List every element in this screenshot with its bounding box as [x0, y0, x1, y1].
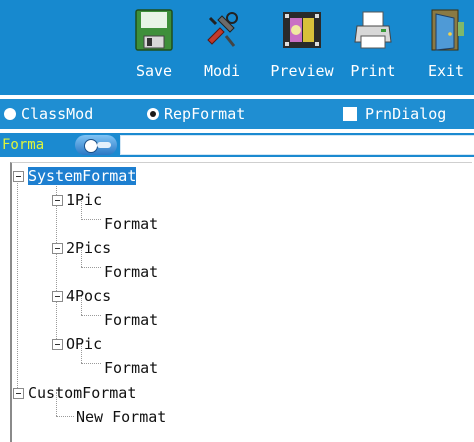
rep-format-label: RepFormat [164, 105, 246, 123]
prn-dialog-checkbox[interactable]: PrnDialog [343, 105, 468, 123]
save-icon [135, 9, 173, 51]
tree-node-label: Format [104, 263, 159, 281]
tree-node-label: CustomFormat [28, 384, 137, 402]
tree-node-2pics-format[interactable]: Format [104, 261, 158, 283]
tree-connector [81, 267, 101, 268]
toolbar: Save Modi Preview Print Exit [0, 0, 474, 95]
tree-node-1pic[interactable]: 1Pic [66, 189, 102, 211]
lookup-icon [84, 139, 98, 153]
tree-connector [81, 219, 101, 220]
tree-node-label: OPic [66, 335, 103, 353]
save-button[interactable]: Save [132, 6, 176, 90]
preview-icon [283, 12, 321, 48]
modi-button[interactable]: Modi [202, 6, 242, 90]
lookup-pill-icon [97, 142, 111, 148]
tree-node-label: SystemFormat [28, 167, 137, 185]
save-button-label: Save [135, 62, 173, 80]
modify-icon [207, 12, 238, 47]
checkbox-box [343, 107, 357, 121]
tree-node-label: 2Pics [66, 239, 112, 257]
tree-connector [56, 416, 74, 417]
format-row: Forma [0, 133, 474, 157]
collapse-toggle-icon[interactable] [52, 195, 63, 206]
tree-connector [56, 181, 57, 349]
tree-node-system-format[interactable]: SystemFormat [28, 165, 137, 187]
options-bar: ClassMod RepFormat PrnDialog [0, 99, 474, 129]
exit-button[interactable]: Exit [422, 6, 470, 90]
rep-format-radio[interactable]: RepFormat [147, 105, 277, 123]
print-button[interactable]: Print [345, 6, 401, 90]
tree-node-1pic-format[interactable]: Format [104, 213, 158, 235]
tree-node-4pocs-format[interactable]: Format [104, 309, 158, 331]
exit-button-label: Exit [427, 62, 465, 80]
collapse-toggle-icon[interactable] [13, 171, 24, 182]
tree-node-label: New Format [76, 408, 167, 426]
tree-node-opic-format[interactable]: Format [104, 357, 158, 379]
class-mode-radio[interactable]: ClassMod [4, 105, 124, 123]
format-manager-window: Save Modi Preview Print Exit ClassMod Re… [0, 0, 474, 442]
tree-node-2pics[interactable]: 2Pics [66, 237, 111, 259]
class-mode-label: ClassMod [21, 105, 94, 123]
format-tree[interactable]: SystemFormat 1Pic Format 2Pics Format 4P… [10, 162, 472, 442]
collapse-toggle-icon[interactable] [13, 388, 24, 399]
printer-icon [354, 11, 392, 49]
preview-button-label: Preview [270, 62, 334, 80]
collapse-toggle-icon[interactable] [52, 291, 63, 302]
tree-connector [81, 315, 101, 316]
prn-dialog-label: PrnDialog [365, 105, 447, 123]
format-label: Forma [2, 137, 45, 153]
format-lookup-button[interactable] [75, 135, 117, 155]
tree-node-new-format[interactable]: New Format [76, 406, 166, 428]
radio-selected-indicator [147, 108, 159, 120]
modi-button-label: Modi [203, 62, 241, 80]
radio-unselected-indicator [4, 108, 16, 120]
tree-node-4pocs[interactable]: 4Pocs [66, 285, 111, 307]
tree-node-opic[interactable]: OPic [66, 333, 102, 355]
format-input[interactable] [120, 135, 474, 155]
tree-node-label: Format [104, 311, 159, 329]
tree-node-custom-format[interactable]: CustomFormat [28, 382, 136, 404]
collapse-toggle-icon[interactable] [52, 243, 63, 254]
tree-connector [81, 363, 101, 364]
tree-node-label: Format [104, 359, 159, 377]
tree-connector [17, 180, 18, 390]
tree-node-label: 4Pocs [66, 287, 112, 305]
collapse-toggle-icon[interactable] [52, 339, 63, 350]
exit-door-icon [431, 9, 464, 51]
tree-node-label: Format [104, 215, 159, 233]
preview-button[interactable]: Preview [264, 6, 340, 90]
print-button-label: Print [350, 62, 396, 80]
tree-node-label: 1Pic [66, 191, 103, 209]
